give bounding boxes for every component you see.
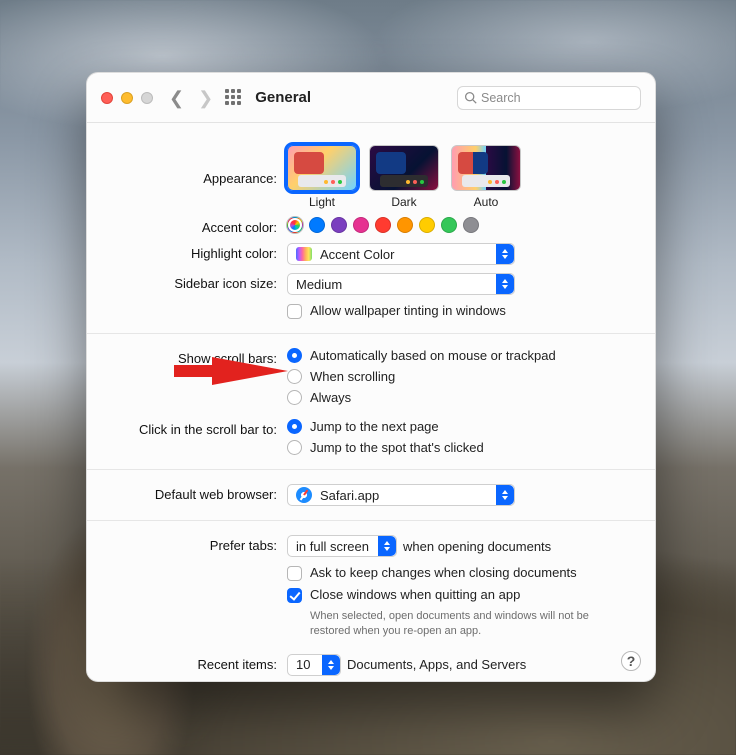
browser-label: Default web browser:: [105, 484, 287, 502]
wallpaper-tinting-label: Allow wallpaper tinting in windows: [310, 303, 506, 318]
search-placeholder: Search: [481, 91, 521, 105]
appearance-option-label: Light: [287, 195, 357, 209]
click-scrollbar-option-label: Jump to the spot that's clicked: [310, 440, 484, 455]
default-browser-value: Safari.app: [320, 488, 379, 503]
content: Appearance: LightDarkAuto Accent color: …: [87, 123, 655, 681]
sidebar-size-value: Medium: [296, 277, 342, 292]
accent-swatch-green[interactable]: [441, 217, 457, 233]
prefer-tabs-suffix: when opening documents: [403, 539, 551, 554]
traffic-lights: [101, 92, 153, 104]
close-window-button[interactable]: [101, 92, 113, 104]
close-windows-note: When selected, open documents and window…: [287, 609, 617, 640]
highlight-label: Highlight color:: [105, 243, 287, 261]
appearance-option-light[interactable]: Light: [287, 145, 357, 209]
recent-items-select[interactable]: 10: [287, 654, 341, 676]
prefer-tabs-value: in full screen: [296, 539, 369, 554]
appearance-option-label: Dark: [369, 195, 439, 209]
accent-swatch-multicolor[interactable]: [287, 217, 303, 233]
click-scrollbar-label: Click in the scroll bar to:: [105, 419, 287, 437]
accent-swatch-red[interactable]: [375, 217, 391, 233]
appearance-option-dark[interactable]: Dark: [369, 145, 439, 209]
scrollbars-option-label: Automatically based on mouse or trackpad: [310, 348, 556, 363]
titlebar: ❮ ❯ General Search: [87, 73, 655, 123]
preferences-window: ❮ ❯ General Search Appearance: Light Dark…: [86, 72, 656, 682]
accent-swatch-yellow[interactable]: [419, 217, 435, 233]
click-scrollbar-option-1[interactable]: Jump to the spot that's clicked: [287, 440, 637, 455]
ask-keep-changes-label: Ask to keep changes when closing documen…: [310, 565, 577, 580]
scrollbars-option-label: Always: [310, 390, 351, 405]
highlight-swatch-icon: [296, 247, 312, 261]
scrollbars-label: Show scroll bars:: [105, 348, 287, 366]
zoom-window-button[interactable]: [141, 92, 153, 104]
forward-button[interactable]: ❯: [198, 89, 213, 107]
appearance-option-auto[interactable]: Auto: [451, 145, 521, 209]
sidebar-size-select[interactable]: Medium: [287, 273, 515, 295]
scrollbars-option-0[interactable]: Automatically based on mouse or trackpad: [287, 348, 637, 363]
ask-keep-changes-checkbox[interactable]: Ask to keep changes when closing documen…: [287, 565, 637, 581]
scrollbars-option-1[interactable]: When scrolling: [287, 369, 637, 384]
scrollbars-option-2[interactable]: Always: [287, 390, 637, 405]
recent-items-value: 10: [296, 657, 310, 672]
accent-swatch-blue[interactable]: [309, 217, 325, 233]
click-scrollbar-option-label: Jump to the next page: [310, 419, 439, 434]
highlight-color-select[interactable]: Accent Color: [287, 243, 515, 265]
back-button[interactable]: ❮: [169, 89, 184, 107]
scrollbars-option-label: When scrolling: [310, 369, 395, 384]
accent-swatch-pink[interactable]: [353, 217, 369, 233]
accent-label: Accent color:: [105, 217, 287, 235]
show-all-icon[interactable]: [225, 89, 243, 107]
highlight-color-value: Accent Color: [320, 247, 394, 262]
click-scrollbar-option-0[interactable]: Jump to the next page: [287, 419, 637, 434]
accent-swatch-orange[interactable]: [397, 217, 413, 233]
safari-icon: [296, 487, 312, 503]
default-browser-select[interactable]: Safari.app: [287, 484, 515, 506]
prefer-tabs-select[interactable]: in full screen: [287, 535, 397, 557]
accent-swatch-purple[interactable]: [331, 217, 347, 233]
page-title: General: [255, 89, 311, 106]
close-windows-checkbox[interactable]: Close windows when quitting an app: [287, 587, 637, 603]
prefer-tabs-label: Prefer tabs:: [105, 535, 287, 553]
close-windows-label: Close windows when quitting an app: [310, 587, 520, 602]
minimize-window-button[interactable]: [121, 92, 133, 104]
search-input[interactable]: Search: [457, 86, 641, 110]
accent-swatch-graphite[interactable]: [463, 217, 479, 233]
wallpaper-tinting-checkbox[interactable]: Allow wallpaper tinting in windows: [287, 303, 506, 319]
search-icon: [464, 91, 477, 104]
sidebar-size-label: Sidebar icon size:: [105, 273, 287, 291]
recent-items-suffix: Documents, Apps, and Servers: [347, 657, 526, 672]
appearance-option-label: Auto: [451, 195, 521, 209]
appearance-label: Appearance:: [105, 145, 287, 186]
help-button[interactable]: ?: [621, 651, 641, 671]
recent-items-label: Recent items:: [105, 654, 287, 672]
